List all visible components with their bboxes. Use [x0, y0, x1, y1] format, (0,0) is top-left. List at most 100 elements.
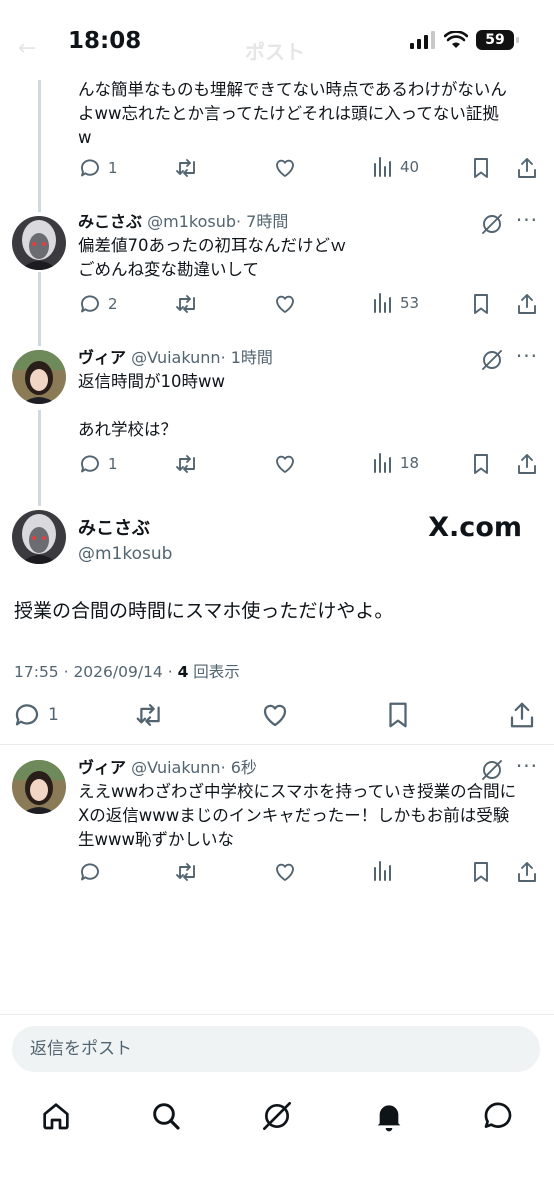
bookmark-button[interactable]	[470, 452, 492, 476]
author-handle[interactable]: @m1kosub	[147, 212, 236, 231]
more-icon[interactable]: ···	[516, 344, 538, 368]
repost-button[interactable]	[174, 292, 200, 316]
views-count: 18	[400, 454, 420, 472]
share-icon	[518, 862, 536, 882]
heart-icon	[276, 159, 294, 177]
bookmark-icon	[474, 862, 488, 882]
battery-level: 59	[485, 32, 505, 48]
tweet-item[interactable]: ヴィア @Vuiakunn· 6秒 ええwwわざわざ中学校にスマホを持っていき授…	[0, 754, 554, 898]
status-time: 18:08	[68, 28, 142, 54]
author-handle[interactable]: @Vuiakunn	[131, 758, 220, 777]
notifications-icon	[377, 1105, 401, 1132]
share-button[interactable]	[516, 292, 538, 316]
tweet-item[interactable]: みこさぶ @m1kosub· 7時間 偏差値70あったの初耳なんだけどｗ ごめん…	[0, 208, 554, 332]
tweet-item[interactable]: ヴィア @Vuiakunn· 1時間 返信時間が10時ww あれ学校は？ ···…	[0, 344, 554, 498]
avatar[interactable]	[12, 760, 66, 814]
grok-icon	[263, 1102, 291, 1130]
tweet-meta: 17:55 · 2026/09/14 · 4 回表示	[14, 660, 240, 682]
reply-icon	[15, 704, 39, 726]
nav-home[interactable]	[40, 1100, 72, 1136]
avatar[interactable]	[12, 350, 66, 404]
views-button[interactable]: 40	[372, 156, 419, 178]
bookmark-icon	[474, 454, 488, 474]
grok-icon[interactable]	[480, 348, 504, 372]
tweet-timestamp[interactable]: 17:55 · 2026/09/14 ·	[14, 663, 178, 681]
main-author-name[interactable]: みこさぶ	[78, 514, 172, 540]
repost-icon	[176, 863, 195, 881]
xcom-watermark: X.com	[428, 512, 522, 543]
views-button[interactable]: 18	[372, 452, 419, 474]
like-button[interactable]	[273, 292, 297, 316]
divider	[0, 744, 554, 745]
grok-icon[interactable]	[480, 212, 504, 236]
nav-grok[interactable]	[261, 1100, 293, 1136]
like-button[interactable]	[260, 700, 290, 730]
views-icon	[374, 861, 391, 881]
bookmark-button[interactable]	[470, 156, 492, 180]
grok-icon[interactable]	[480, 758, 504, 782]
like-button[interactable]	[273, 452, 297, 476]
views-button[interactable]: 53	[372, 292, 419, 314]
reply-count: 1	[108, 159, 118, 177]
author-name[interactable]: ヴィア	[78, 758, 126, 777]
nav-search[interactable]	[150, 1100, 182, 1136]
share-button[interactable]	[516, 860, 538, 884]
bookmark-button[interactable]	[470, 860, 492, 884]
like-button[interactable]	[273, 156, 297, 180]
share-button[interactable]	[516, 156, 538, 180]
main-action-bar: 1	[0, 700, 554, 734]
reply-button[interactable]: 1	[78, 156, 118, 180]
repost-button[interactable]	[134, 700, 166, 730]
view-label: 回表示	[188, 663, 240, 681]
tweet-time[interactable]: · 1時間	[221, 348, 273, 367]
repost-icon	[136, 704, 160, 726]
more-icon[interactable]: ···	[516, 208, 538, 232]
reply-button[interactable]	[78, 860, 102, 884]
views-count: 53	[400, 294, 420, 312]
reply-count: 1	[48, 705, 59, 725]
share-icon	[510, 702, 534, 728]
views-button[interactable]	[372, 860, 394, 882]
views-icon	[374, 453, 391, 473]
repost-button[interactable]	[174, 860, 200, 884]
nav-messages[interactable]	[482, 1100, 514, 1136]
share-button[interactable]	[508, 700, 536, 730]
author-name[interactable]: みこさぶ	[78, 212, 142, 231]
reply-count: 1	[108, 455, 118, 473]
views-icon	[374, 157, 391, 177]
author-name[interactable]: ヴィア	[78, 348, 126, 367]
reply-icon	[81, 455, 99, 473]
reply-button[interactable]: 1	[12, 700, 59, 730]
tweet-time[interactable]: · 7時間	[236, 212, 288, 231]
back-arrow-icon[interactable]: ←	[18, 36, 36, 61]
main-author-handle[interactable]: @m1kosub	[78, 544, 172, 564]
bookmark-button[interactable]	[384, 700, 412, 730]
share-icon	[518, 158, 536, 178]
repost-button[interactable]	[174, 452, 200, 476]
wifi-icon	[444, 31, 468, 48]
repost-icon	[176, 159, 195, 177]
reply-icon	[81, 159, 99, 177]
main-avatar[interactable]	[12, 510, 66, 564]
share-icon	[518, 294, 536, 314]
bottom-nav	[0, 1092, 554, 1142]
like-button[interactable]	[273, 860, 297, 884]
page-title: ポスト	[245, 40, 305, 64]
bookmark-icon	[474, 158, 488, 178]
messages-icon	[484, 1102, 512, 1128]
views-icon	[374, 293, 391, 313]
bookmark-button[interactable]	[470, 292, 492, 316]
reply-input[interactable]: 返信をポスト	[12, 1026, 540, 1072]
heart-icon	[263, 704, 287, 727]
avatar[interactable]	[12, 216, 66, 270]
more-icon[interactable]: ···	[516, 754, 538, 778]
share-button[interactable]	[516, 452, 538, 476]
repost-button[interactable]	[174, 156, 200, 180]
author-handle[interactable]: @Vuiakunn	[131, 348, 220, 367]
nav-notifications[interactable]	[373, 1100, 405, 1136]
tweet-time[interactable]: · 6秒	[221, 758, 257, 777]
tweet-item[interactable]: んな簡単なものも埋解できてない時点であるわけがないん よww忘れたとか言ってたけ…	[0, 78, 554, 198]
heart-icon	[276, 863, 294, 881]
reply-button[interactable]: 1	[78, 452, 118, 476]
reply-button[interactable]: 2	[78, 292, 118, 316]
